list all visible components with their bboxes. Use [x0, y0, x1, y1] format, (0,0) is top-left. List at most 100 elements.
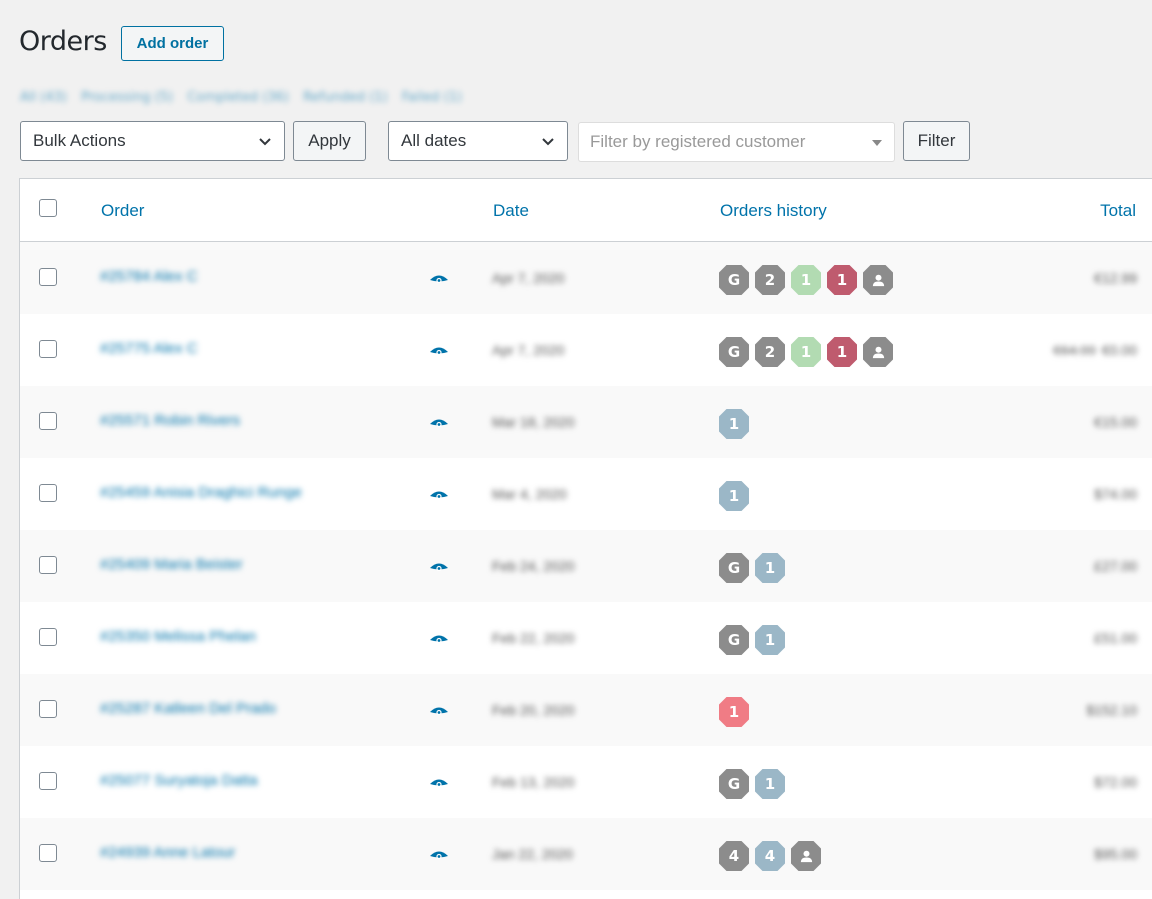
row-checkbox[interactable] [39, 772, 57, 790]
eye-icon[interactable] [429, 631, 449, 644]
history-badge: G [719, 625, 749, 655]
order-total: €15.00 [1094, 414, 1137, 430]
table-row: #25287 Katleen Del Prado Feb 20, 2020 1 $15… [20, 674, 1152, 746]
status-link-failed[interactable]: Failed (1) [402, 90, 462, 105]
table-row: #25784 Alex C Apr 7, 2020 G 2 1 1 €12.99 [20, 242, 1152, 314]
order-link[interactable]: #25571 Robin Rivers [100, 412, 240, 429]
row-checkbox[interactable] [39, 556, 57, 574]
history-badge: G [719, 553, 749, 583]
row-checkbox[interactable] [39, 484, 57, 502]
order-date: Jan 22, 2020 [492, 846, 573, 862]
column-order[interactable]: Order [101, 201, 144, 221]
order-total: $74.00 [1094, 486, 1137, 502]
status-link-completed[interactable]: Completed (36) [187, 90, 289, 105]
chevron-down-icon [259, 138, 271, 146]
column-date[interactable]: Date [493, 201, 529, 221]
order-link[interactable]: #25077 Suryatoja Datta [100, 772, 258, 789]
orders-history-badges: 1 [719, 697, 749, 727]
customer-filter-select[interactable]: Filter by registered customer [578, 122, 895, 162]
eye-icon[interactable] [429, 847, 449, 860]
table-row: #25459 Anisia Draghici Runge Mar 4, 2020 1… [20, 458, 1152, 530]
history-badge: 4 [755, 841, 785, 871]
history-badge: 4 [719, 841, 749, 871]
status-filter-links: All (43) Processing (5) Completed (36) R… [20, 90, 472, 105]
row-checkbox[interactable] [39, 340, 57, 358]
total-amount: $95.00 [1094, 846, 1137, 862]
eye-icon[interactable] [429, 559, 449, 572]
history-badge: 1 [827, 265, 857, 295]
history-badge: G [719, 265, 749, 295]
order-date: Feb 24, 2020 [492, 558, 575, 574]
history-badge: 1 [755, 553, 785, 583]
order-date: Feb 20, 2020 [492, 702, 575, 718]
total-amount: €12.99 [1094, 270, 1137, 286]
eye-icon[interactable] [429, 271, 449, 284]
history-badge: 1 [755, 769, 785, 799]
eye-icon[interactable] [429, 415, 449, 428]
bulk-actions-select[interactable]: Bulk Actions [20, 121, 285, 161]
order-link[interactable]: #25350 Melissa Phelan [100, 628, 256, 645]
eye-icon[interactable] [429, 703, 449, 716]
order-link[interactable]: #24939 Anne Latour [100, 844, 235, 861]
table-row: #25571 Robin Rivers Mar 18, 2020 1 €15.00 [20, 386, 1152, 458]
history-badge: 2 [755, 265, 785, 295]
select-all-checkbox[interactable] [39, 199, 57, 217]
table-row: #25409 Maria Beister Feb 24, 2020 G 1 £27.00 [20, 530, 1152, 602]
orders-history-badges: G1 [719, 769, 785, 799]
eye-icon[interactable] [429, 775, 449, 788]
order-date: Feb 22, 2020 [492, 630, 575, 646]
row-checkbox[interactable] [39, 412, 57, 430]
apply-button[interactable]: Apply [293, 121, 366, 161]
order-date: Apr 7, 2020 [492, 270, 565, 286]
status-link-all[interactable]: All (43) [20, 90, 67, 105]
eye-icon[interactable] [429, 487, 449, 500]
orders-table: Order Date Orders history Total #25784 A… [19, 178, 1152, 899]
order-date: Mar 18, 2020 [492, 414, 575, 430]
history-badge: 1 [719, 697, 749, 727]
column-total[interactable]: Total [1100, 201, 1136, 221]
orders-history-badges: G1 [719, 553, 785, 583]
date-filter-value: All dates [401, 131, 467, 150]
orders-history-badges: G1 [719, 625, 785, 655]
history-badge: 1 [827, 337, 857, 367]
history-badge: 1 [791, 265, 821, 295]
order-total: £27.00 [1094, 558, 1137, 574]
row-checkbox[interactable] [39, 700, 57, 718]
table-row: #24939 Anne Latour Jan 22, 2020 4 4 $95.00 [20, 818, 1152, 890]
bulk-actions-value: Bulk Actions [33, 131, 126, 150]
total-amount: £51.00 [1094, 630, 1137, 646]
table-row: #25350 Melissa Phelan Feb 22, 2020 G 1 £51.0… [20, 602, 1152, 674]
orders-history-badges: 1 [719, 409, 749, 439]
order-total: €64.99 €0.00 [1053, 342, 1137, 358]
order-date: Apr 7, 2020 [492, 342, 565, 358]
table-row: #25077 Suryatoja Datta Feb 13, 2020 G 1 $72.… [20, 746, 1152, 818]
add-order-button[interactable]: Add order [121, 26, 224, 61]
user-icon [791, 841, 821, 871]
chevron-down-icon [542, 138, 554, 146]
order-link[interactable]: #25784 Alex C [100, 268, 198, 285]
history-badge: G [719, 337, 749, 367]
status-link-processing[interactable]: Processing (5) [81, 90, 173, 105]
order-total: $95.00 [1094, 846, 1137, 862]
order-total: $152.10 [1086, 702, 1137, 718]
total-amount: €15.00 [1094, 414, 1137, 430]
eye-icon[interactable] [429, 343, 449, 356]
order-link[interactable]: #25409 Maria Beister [100, 556, 243, 573]
order-link[interactable]: #25287 Katleen Del Prado [100, 700, 276, 717]
row-checkbox[interactable] [39, 268, 57, 286]
order-link[interactable]: #25459 Anisia Draghici Runge [100, 484, 302, 501]
status-link-refunded[interactable]: Refunded (1) [303, 90, 388, 105]
filter-button[interactable]: Filter [903, 121, 970, 161]
history-badge: 1 [719, 409, 749, 439]
order-link[interactable]: #25775 Alex C [100, 340, 198, 357]
row-checkbox[interactable] [39, 844, 57, 862]
table-header: Order Date Orders history Total [20, 179, 1152, 242]
row-checkbox[interactable] [39, 628, 57, 646]
dropdown-arrow-icon [872, 140, 882, 146]
total-amount: $152.10 [1086, 702, 1137, 718]
total-amount: $72.00 [1094, 774, 1137, 790]
date-filter-select[interactable]: All dates [388, 121, 568, 161]
history-badge: 1 [791, 337, 821, 367]
order-total: €12.99 [1094, 270, 1137, 286]
orders-history-badges: G211 [719, 337, 893, 367]
